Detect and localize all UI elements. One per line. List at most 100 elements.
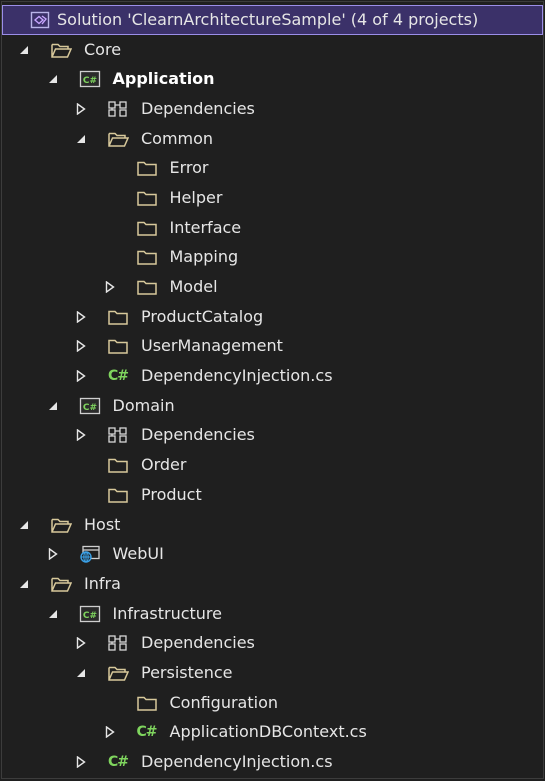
tree-item-application[interactable]: C# Application [2, 64, 543, 94]
tree-item-solution[interactable]: Solution 'ClearnArchitectureSample' (4 o… [2, 5, 543, 35]
expanded-arrow-icon[interactable] [19, 45, 29, 55]
collapse-toggle[interactable] [75, 637, 87, 650]
svg-text:C#: C# [82, 403, 96, 413]
tree-item-error[interactable]: Error [2, 153, 543, 183]
tree-item-applicationdbcontext-cs[interactable]: C# ApplicationDBContext.cs [2, 718, 543, 748]
folder-icon [136, 159, 158, 177]
tree-item-configuration[interactable]: Configuration [2, 688, 543, 718]
csharp-file-icon: C# [107, 368, 129, 385]
collapsed-arrow-icon[interactable] [76, 637, 86, 650]
folder-open-icon [107, 664, 129, 682]
csharp-project-icon: C# [79, 605, 101, 623]
collapse-toggle[interactable] [47, 548, 59, 561]
expand-toggle[interactable] [75, 667, 87, 679]
svg-text:C#: C# [82, 611, 96, 621]
expanded-arrow-icon[interactable] [48, 74, 58, 84]
tree-item-host[interactable]: Host [2, 510, 543, 540]
tree-item-dependencies[interactable]: Dependencies [2, 628, 543, 658]
tree-item-mapping[interactable]: Mapping [2, 243, 543, 273]
collapsed-arrow-icon[interactable] [76, 429, 86, 442]
tree-item-helper[interactable]: Helper [2, 183, 543, 213]
collapsed-arrow-icon[interactable] [76, 756, 86, 769]
tree-item-domain[interactable]: C# Domain [2, 391, 543, 421]
csharp-project-icon: C# [79, 70, 101, 88]
tree-item-dependencyinjection-cs[interactable]: C# DependencyInjection.cs [2, 361, 543, 391]
collapse-toggle[interactable] [75, 340, 87, 353]
tree-item-label: Helper [169, 188, 223, 208]
csharp-file-icon: C# [136, 724, 157, 741]
expand-toggle[interactable] [75, 133, 87, 145]
collapse-toggle[interactable] [104, 281, 116, 294]
collapse-toggle[interactable] [75, 102, 87, 115]
tree-item-model[interactable]: Model [2, 272, 543, 302]
tree-item-common[interactable]: Common [2, 124, 543, 154]
collapse-toggle[interactable] [75, 370, 87, 383]
expanded-arrow-icon[interactable] [19, 520, 29, 530]
expand-toggle[interactable] [18, 44, 30, 56]
folder-icon [107, 337, 129, 355]
collapsed-arrow-icon[interactable] [76, 102, 86, 115]
solution-tree: Solution 'ClearnArchitectureSample' (4 o… [2, 5, 543, 777]
tree-item-dependencies[interactable]: Dependencies [2, 94, 543, 124]
tree-item-core[interactable]: Core [2, 35, 543, 65]
web-project-icon [79, 545, 101, 563]
tree-item-label: Error [169, 158, 209, 178]
tree-item-label: ProductCatalog [141, 306, 264, 326]
expanded-arrow-icon[interactable] [48, 609, 58, 619]
expand-toggle[interactable] [47, 400, 59, 412]
tree-item-webui[interactable]: WebUI [2, 539, 543, 569]
collapsed-arrow-icon[interactable] [76, 310, 86, 323]
expand-toggle[interactable] [47, 608, 59, 620]
folder-icon [107, 486, 129, 504]
folder-icon [136, 189, 158, 207]
expand-toggle[interactable] [47, 73, 59, 85]
tree-item-label: Infrastructure [112, 603, 222, 623]
tree-item-productcatalog[interactable]: ProductCatalog [2, 302, 543, 332]
dependencies-icon [107, 426, 129, 444]
tree-item-label: Domain [112, 395, 175, 415]
dependencies-icon [107, 634, 129, 652]
collapsed-arrow-icon[interactable] [76, 340, 86, 353]
tree-item-order[interactable]: Order [2, 450, 543, 480]
folder-icon [107, 308, 129, 326]
tree-item-label: Core [84, 39, 122, 59]
collapsed-arrow-icon[interactable] [76, 370, 86, 383]
tree-item-label: Infra [84, 574, 121, 594]
collapsed-arrow-icon[interactable] [105, 281, 115, 294]
tree-item-usermanagement[interactable]: UserManagement [2, 332, 543, 362]
expanded-arrow-icon[interactable] [48, 401, 58, 411]
collapse-toggle[interactable] [104, 726, 116, 739]
expanded-arrow-icon[interactable] [19, 579, 29, 589]
expand-toggle[interactable] [18, 578, 30, 590]
folder-open-icon [107, 130, 129, 148]
csharp-file-icon: C# [107, 754, 129, 771]
dependencies-icon [107, 100, 129, 118]
tree-item-label: WebUI [112, 544, 164, 564]
tree-item-dependencies[interactable]: Dependencies [2, 421, 543, 451]
collapsed-arrow-icon[interactable] [105, 726, 115, 739]
folder-icon [136, 694, 158, 712]
folder-open-icon [50, 516, 72, 534]
tree-item-infra[interactable]: Infra [2, 569, 543, 599]
tree-item-label: Application [112, 69, 215, 89]
expand-toggle[interactable] [18, 519, 30, 531]
expanded-arrow-icon[interactable] [76, 134, 86, 144]
svg-text:C#: C# [82, 76, 96, 86]
expanded-arrow-icon[interactable] [76, 668, 86, 678]
tree-item-dependencyinjection-cs[interactable]: C# DependencyInjection.cs [2, 747, 543, 777]
collapse-toggle[interactable] [75, 310, 87, 323]
tree-item-label: Persistence [141, 663, 233, 683]
collapse-toggle[interactable] [75, 756, 87, 769]
collapsed-arrow-icon[interactable] [48, 548, 58, 561]
solution-icon [29, 11, 51, 29]
tree-item-interface[interactable]: Interface [2, 213, 543, 243]
tree-item-label: DependencyInjection.cs [141, 366, 333, 386]
folder-icon [136, 278, 158, 296]
collapse-toggle[interactable] [75, 429, 87, 442]
tree-item-label: Dependencies [141, 633, 255, 653]
folder-open-icon [50, 575, 72, 593]
tree-item-label: ApplicationDBContext.cs [169, 722, 367, 742]
tree-item-infrastructure[interactable]: C# Infrastructure [2, 599, 543, 629]
tree-item-product[interactable]: Product [2, 480, 543, 510]
tree-item-persistence[interactable]: Persistence [2, 658, 543, 688]
